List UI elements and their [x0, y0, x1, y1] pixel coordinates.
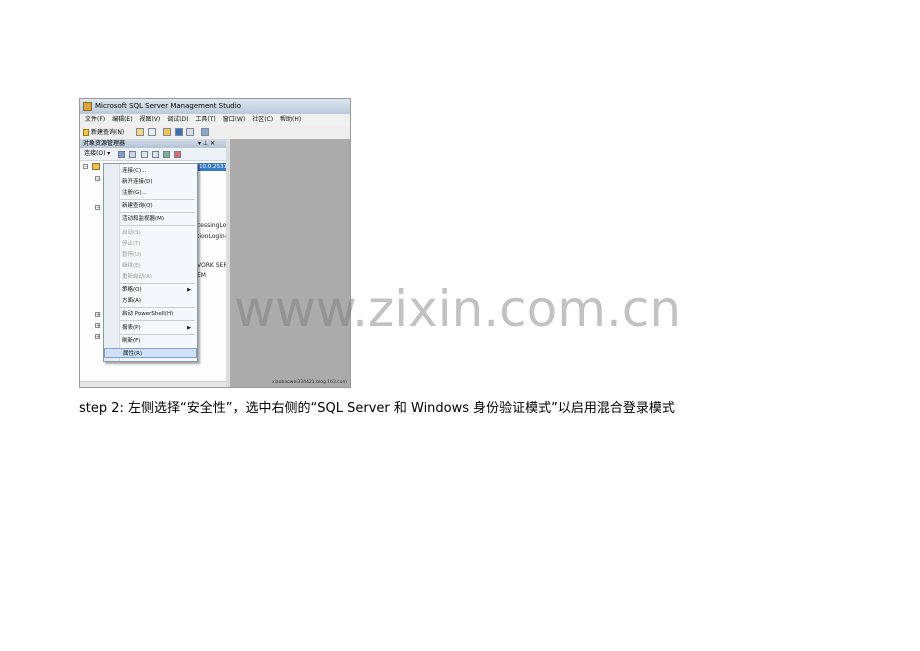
- submenu-arrow-icon: ▶: [187, 287, 191, 293]
- menu-item-new-query[interactable]: 新建查询(Q): [104, 201, 197, 211]
- menu-separator: [120, 283, 195, 284]
- menu-item-new-connection[interactable]: 新开连接(D): [104, 177, 197, 187]
- menu-item-powershell[interactable]: 启动 PowerShell(H): [104, 309, 197, 319]
- tree-fragment: EM: [197, 272, 206, 279]
- menu-separator: [120, 199, 195, 200]
- object-explorer-toolbar: 连接(O) ▾: [80, 148, 228, 161]
- new-query-icon: [83, 129, 89, 136]
- menu-bar: 文件(F) 编辑(E) 视图(V) 调试(D) 工具(T) 窗口(W) 社区(C…: [80, 114, 350, 126]
- menu-item-connect[interactable]: 连接(C)...: [104, 166, 197, 176]
- refresh-icon[interactable]: [163, 151, 170, 158]
- summary-icon[interactable]: [174, 151, 181, 158]
- menu-item-activity-monitor[interactable]: 活动和监视器(M): [104, 214, 197, 224]
- panel-controls[interactable]: ▾ ⊥ ✕: [198, 139, 215, 148]
- tree-expand-server[interactable]: −: [83, 164, 88, 170]
- menu-item-refresh[interactable]: 刷新(F): [104, 336, 197, 346]
- object-explorer-titlebar: 对象资源管理器 ▾ ⊥ ✕: [80, 139, 228, 148]
- filter-icon[interactable]: [152, 151, 159, 158]
- window-titlebar: Microsoft SQL Server Management Studio: [80, 99, 350, 115]
- save-all-icon[interactable]: [186, 128, 194, 136]
- tree-expand-item[interactable]: +: [95, 334, 100, 340]
- page-watermark: www.zixin.com.cn: [234, 280, 682, 338]
- activity-monitor-icon[interactable]: [201, 128, 209, 136]
- menu-view[interactable]: 视图(V): [139, 114, 160, 126]
- ssms-app-icon: [83, 102, 92, 111]
- horizontal-scrollbar[interactable]: [80, 381, 228, 387]
- menu-tools[interactable]: 工具(T): [195, 114, 215, 126]
- menu-item-properties[interactable]: 属性(R): [104, 348, 197, 358]
- menu-window[interactable]: 窗口(W): [223, 114, 246, 126]
- open-file-icon[interactable]: [163, 128, 171, 136]
- menu-file[interactable]: 文件(F): [85, 114, 105, 126]
- tree-expand-security[interactable]: −: [95, 205, 100, 211]
- ssms-screenshot: Microsoft SQL Server Management Studio 文…: [79, 98, 351, 388]
- menu-help[interactable]: 帮助(H): [280, 114, 301, 126]
- connect-dropdown[interactable]: 连接(O) ▾: [84, 148, 110, 160]
- menu-separator: [120, 334, 195, 335]
- screenshot-watermark: xiaobaowei334421.blog.163.com: [272, 380, 347, 385]
- menu-item-resume: 继续(E): [122, 263, 141, 269]
- document-area: [230, 139, 350, 387]
- tree-expand-databases[interactable]: −: [95, 176, 100, 182]
- menu-item-policies[interactable]: 策略(O) ▶: [104, 285, 197, 295]
- object-explorer-title: 对象资源管理器: [83, 140, 126, 147]
- menu-edit[interactable]: 编辑(E): [112, 114, 132, 126]
- menu-community[interactable]: 社区(C): [252, 114, 273, 126]
- new-project-icon[interactable]: [148, 128, 156, 136]
- menu-item-reports[interactable]: 报表(P) ▶: [104, 323, 197, 333]
- menu-item-stop: 停止(T): [122, 241, 141, 247]
- menu-item-register[interactable]: 注册(G)...: [104, 188, 197, 198]
- tree-fragment: tionLogin#: [197, 233, 230, 240]
- step-caption: step 2: 左侧选择“安全性”，选中右侧的“SQL Server 和 Win…: [79, 401, 675, 416]
- tree-expand-item[interactable]: +: [95, 323, 100, 329]
- menu-separator: [120, 307, 195, 308]
- new-file-icon[interactable]: [136, 128, 144, 136]
- menu-debug[interactable]: 调试(D): [167, 114, 188, 126]
- new-query-label: 新建查询(N): [91, 129, 125, 136]
- menu-item-facets[interactable]: 方面(A): [104, 296, 197, 306]
- submenu-arrow-icon: ▶: [187, 325, 191, 331]
- tree-expand-item[interactable]: +: [95, 312, 100, 318]
- server-node-icon: [92, 163, 100, 170]
- window-title: Microsoft SQL Server Management Studio: [95, 102, 241, 110]
- connect-icon[interactable]: [118, 151, 125, 158]
- menu-separator: [120, 320, 195, 321]
- new-query-button[interactable]: 新建查询(N): [83, 128, 124, 137]
- disconnect-icon[interactable]: [129, 151, 136, 158]
- server-context-menu: 连接(C)... 新开连接(D) 注册(G)... 新建查询(Q) 活动和监视器…: [103, 163, 198, 362]
- standard-toolbar: 新建查询(N): [80, 126, 350, 140]
- menu-item-restart: 重新启动(A): [122, 274, 153, 280]
- save-icon[interactable]: [175, 128, 183, 136]
- stop-icon[interactable]: [141, 151, 148, 158]
- server-node-selected[interactable]: 10.0.2531: [197, 163, 227, 171]
- menu-item-pause: 暂停(U): [122, 252, 142, 258]
- menu-item-start: 启动(S): [122, 230, 141, 236]
- menu-separator: [120, 212, 195, 213]
- menu-separator: [120, 225, 195, 226]
